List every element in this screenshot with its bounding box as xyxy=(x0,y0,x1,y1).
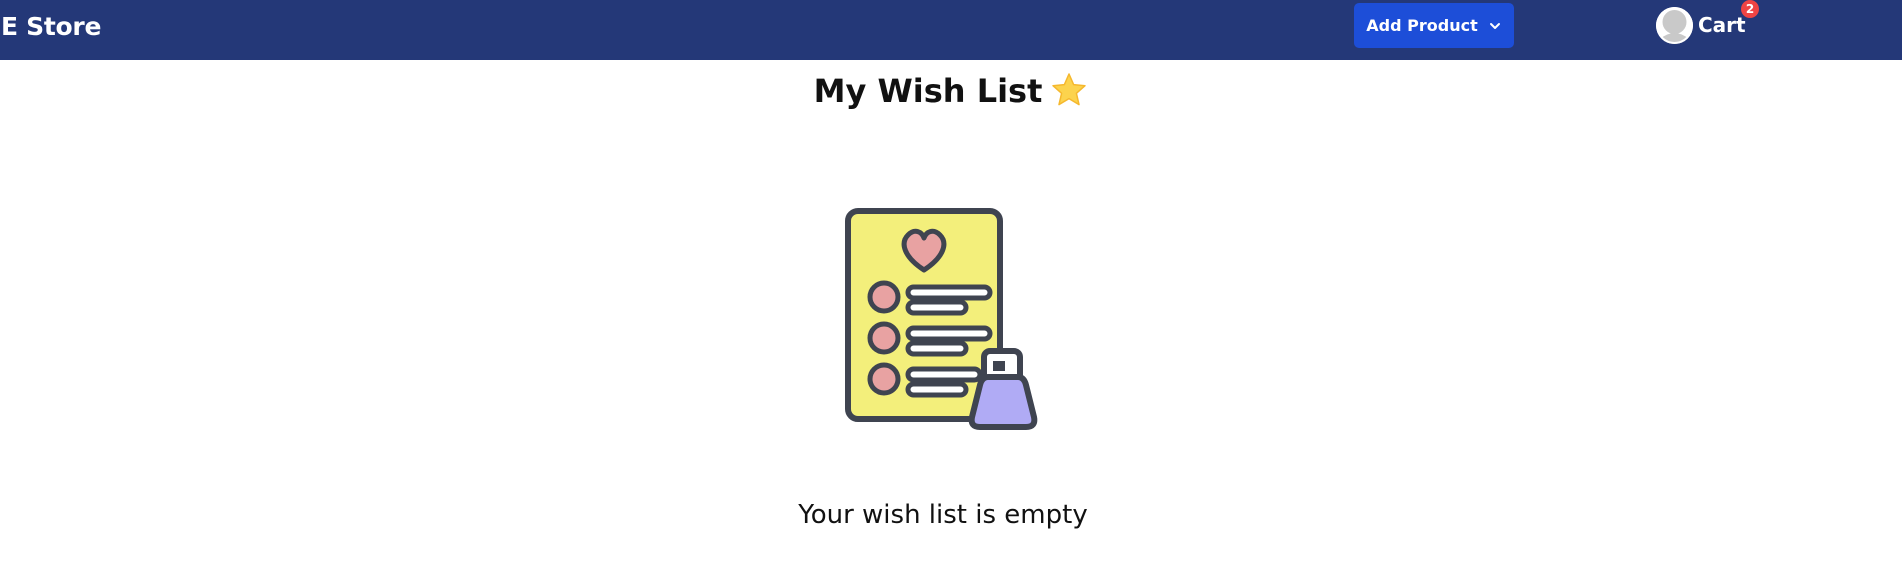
chevron-down-icon xyxy=(1488,19,1502,33)
empty-wishlist-illustration xyxy=(842,205,1042,435)
add-product-label: Add Product xyxy=(1366,16,1478,35)
page-title-text: My Wish List xyxy=(813,72,1043,110)
cart-count-badge: 2 xyxy=(1741,0,1759,18)
add-product-button[interactable]: Add Product xyxy=(1354,3,1514,48)
star-icon xyxy=(1050,72,1088,108)
user-avatar-icon[interactable] xyxy=(1656,7,1693,44)
brand-logo-text[interactable]: E Store xyxy=(1,12,101,42)
wishlist-document-with-bag-icon xyxy=(845,208,1038,430)
cart-link[interactable]: Cart xyxy=(1698,13,1746,37)
page-title: My Wish List xyxy=(0,71,1902,111)
empty-wishlist-message: Your wish list is empty xyxy=(798,500,1088,530)
navbar: E Store Add Product Cart 2 xyxy=(0,0,1902,60)
